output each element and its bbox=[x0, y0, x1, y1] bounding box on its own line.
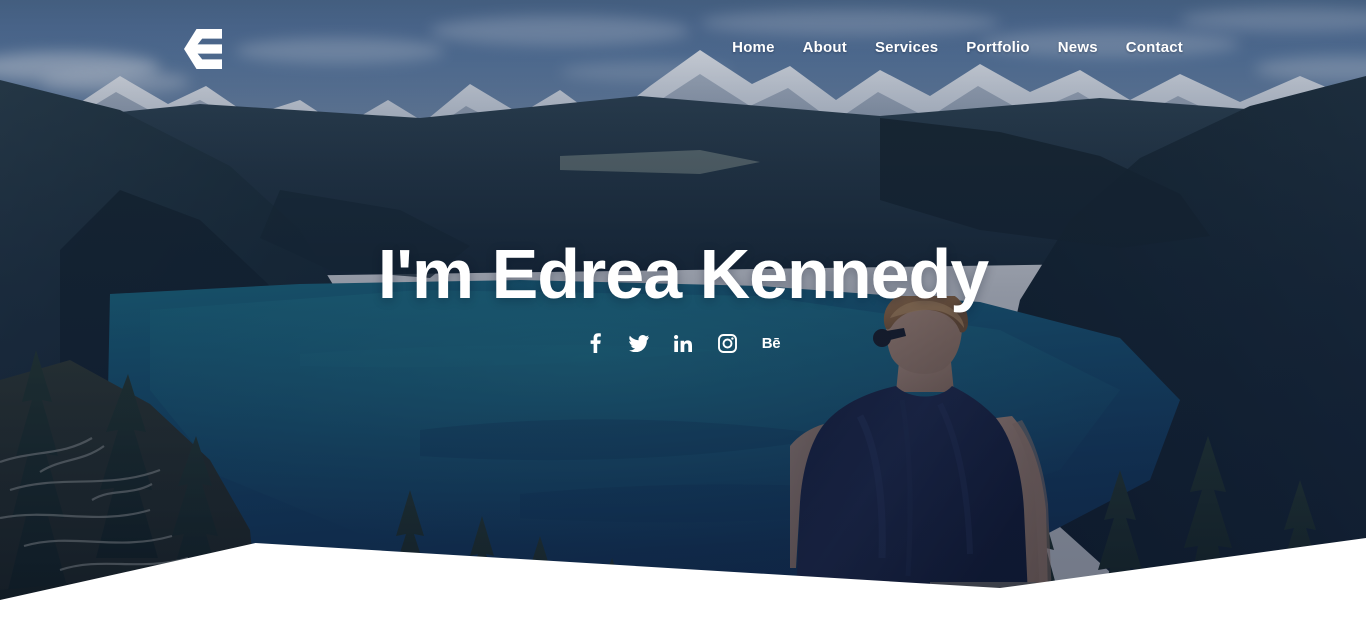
nav-item-home[interactable]: Home bbox=[732, 36, 774, 60]
hero-content: I'm Edrea Kennedy Bē bbox=[0, 228, 1366, 354]
behance-label: Bē bbox=[761, 334, 781, 352]
nav-item-contact[interactable]: Contact bbox=[1126, 36, 1183, 60]
site-header: Home About Services Portfolio News Conta… bbox=[0, 0, 1366, 96]
facebook-icon[interactable] bbox=[584, 332, 606, 354]
main-navigation: Home About Services Portfolio News Conta… bbox=[732, 36, 1183, 60]
nav-item-news[interactable]: News bbox=[1058, 36, 1098, 60]
hero-title: I'm Edrea Kennedy bbox=[377, 235, 989, 313]
nav-item-services[interactable]: Services bbox=[875, 36, 938, 60]
page-root: Home About Services Portfolio News Conta… bbox=[0, 0, 1366, 632]
nav-item-about[interactable]: About bbox=[803, 36, 847, 60]
twitter-icon[interactable] bbox=[628, 332, 650, 354]
nav-item-portfolio[interactable]: Portfolio bbox=[966, 36, 1029, 60]
behance-icon[interactable]: Bē bbox=[760, 332, 782, 354]
linkedin-icon[interactable] bbox=[672, 332, 694, 354]
social-links: Bē bbox=[0, 332, 1366, 354]
chevron-e-logo-icon[interactable] bbox=[184, 29, 222, 69]
instagram-icon[interactable] bbox=[716, 332, 738, 354]
